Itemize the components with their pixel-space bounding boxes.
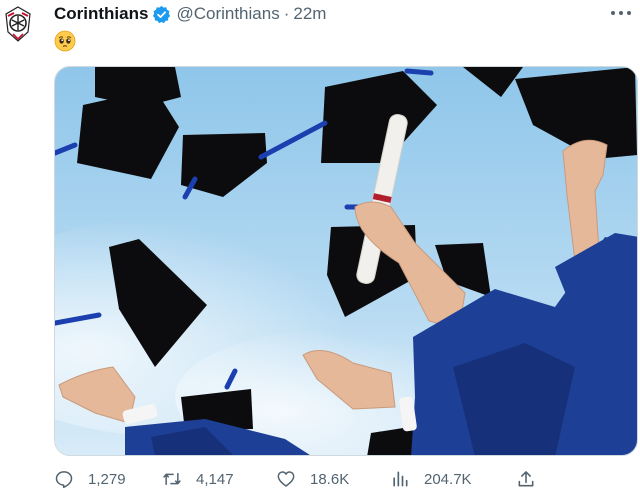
retweet-button[interactable]: 4,147 xyxy=(162,466,234,492)
reply-count: 1,279 xyxy=(88,470,126,488)
reply-icon xyxy=(55,471,73,489)
display-name[interactable]: Corinthians xyxy=(54,4,148,24)
corinthians-crest-icon xyxy=(5,6,31,42)
tweet-text-emoji xyxy=(54,30,76,52)
verified-badge-icon xyxy=(152,5,171,24)
like-button[interactable]: 18.6K xyxy=(276,466,349,492)
views-button[interactable]: 204.7K xyxy=(390,466,472,492)
views-bar-icon xyxy=(393,471,408,487)
tweet-timestamp[interactable]: 22m xyxy=(293,4,326,24)
retweet-count: 4,147 xyxy=(196,470,234,488)
separator-dot: · xyxy=(283,4,290,23)
views-count: 204.7K xyxy=(424,470,472,488)
share-button[interactable] xyxy=(516,466,536,492)
tweet-media-image[interactable] xyxy=(54,66,638,456)
graduation-caps-photo xyxy=(55,67,637,455)
more-dots-icon[interactable] xyxy=(608,4,634,22)
user-handle[interactable]: @Corinthians xyxy=(176,4,279,24)
share-icon xyxy=(518,471,534,487)
reply-button[interactable]: 1,279 xyxy=(54,466,126,492)
like-count: 18.6K xyxy=(310,470,350,488)
heart-icon xyxy=(277,471,295,487)
avatar[interactable] xyxy=(4,6,32,42)
tweet-header: Corinthians @Corinthians · 22m xyxy=(54,3,326,25)
retweet-icon xyxy=(163,473,181,485)
tweet-action-bar: 1,279 4,147 18.6K 204.7K xyxy=(54,466,634,492)
